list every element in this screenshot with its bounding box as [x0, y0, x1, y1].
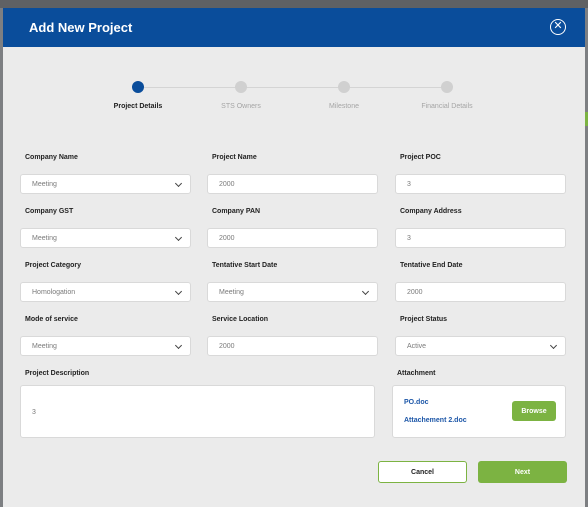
project-poc-value: 3 — [407, 180, 411, 188]
step-label: STS Owners — [221, 103, 261, 110]
mode-of-service-label: Mode of service — [25, 316, 78, 323]
company-address-label: Company Address — [400, 208, 462, 215]
project-category-label: Project Category — [25, 262, 82, 269]
project-name-input[interactable]: 2000 — [207, 174, 378, 194]
company-name-field: Company Name Meeting — [20, 154, 191, 194]
modal-header: Add New Project ✕ — [3, 8, 585, 47]
company-gst-field: Company GST Meeting — [20, 208, 191, 248]
attachment-box: PO.doc Attachement 2.doc Browse — [392, 385, 566, 438]
modal-title: Add New Project — [29, 20, 133, 35]
project-category-select[interactable]: Homologation — [20, 282, 191, 302]
tentative-end-date-input[interactable]: 2000 — [395, 282, 566, 302]
close-icon[interactable]: ✕ — [550, 19, 566, 35]
step-dot — [441, 81, 453, 93]
chevron-down-icon — [174, 233, 183, 242]
company-pan-input[interactable]: 2000 — [207, 228, 378, 248]
step-project-details[interactable]: Project Details — [78, 80, 198, 110]
project-description-textarea[interactable]: 3 — [20, 385, 375, 438]
step-milestone[interactable]: Milestone — [284, 80, 404, 110]
project-poc-input[interactable]: 3 — [395, 174, 566, 194]
add-project-modal: Add New Project ✕ Project Details STS Ow… — [3, 8, 585, 507]
project-name-value: 2000 — [219, 180, 235, 188]
attachment-field: Attachment — [397, 370, 436, 382]
company-address-input[interactable]: 3 — [395, 228, 566, 248]
stepper: Project Details STS Owners Milestone Fin… — [3, 80, 585, 120]
tentative-end-date-value: 2000 — [407, 288, 423, 296]
tentative-start-date-select[interactable]: Meeting — [207, 282, 378, 302]
tentative-start-date-value: Meeting — [219, 288, 244, 296]
company-gst-label: Company GST — [25, 208, 74, 215]
project-status-value: Active — [407, 342, 427, 350]
tentative-start-date-field: Tentative Start Date Meeting — [207, 262, 378, 302]
company-name-select[interactable]: Meeting — [20, 174, 191, 194]
project-category-value: Homologation — [32, 288, 76, 296]
service-location-input[interactable]: 2000 — [207, 336, 378, 356]
step-financial-details[interactable]: Financial Details — [387, 80, 507, 110]
company-pan-field: Company PAN 2000 — [207, 208, 378, 248]
project-status-field: Project Status Active — [395, 316, 566, 356]
tentative-end-date-label: Tentative End Date — [400, 262, 463, 269]
step-label: Project Details — [113, 103, 163, 110]
company-gst-value: Meeting — [32, 234, 57, 242]
mode-of-service-select[interactable]: Meeting — [20, 336, 191, 356]
service-location-value: 2000 — [219, 342, 235, 350]
attachment-label: Attachment — [397, 370, 436, 377]
project-poc-field: Project POC 3 — [395, 154, 566, 194]
step-label: Financial Details — [421, 103, 473, 110]
step-dot — [235, 81, 247, 93]
tentative-end-date-field: Tentative End Date 2000 — [395, 262, 566, 302]
project-name-label: Project Name — [212, 154, 257, 161]
project-category-field: Project Category Homologation — [20, 262, 191, 302]
company-pan-label: Company PAN — [212, 208, 261, 215]
next-button[interactable]: Next — [478, 461, 567, 483]
project-poc-label: Project POC — [400, 154, 441, 161]
project-name-field: Project Name 2000 — [207, 154, 378, 194]
company-pan-value: 2000 — [219, 234, 235, 242]
service-location-field: Service Location 2000 — [207, 316, 378, 356]
company-address-value: 3 — [407, 234, 411, 242]
project-description-field: Project Description — [25, 370, 89, 382]
attachment-file-link[interactable]: Attachement 2.doc — [404, 417, 467, 424]
chevron-down-icon — [361, 287, 370, 296]
service-location-label: Service Location — [212, 316, 269, 323]
company-address-field: Company Address 3 — [395, 208, 566, 248]
company-name-value: Meeting — [32, 180, 57, 188]
project-description-value: 3 — [32, 409, 36, 416]
step-sts-owners[interactable]: STS Owners — [181, 80, 301, 110]
step-dot — [338, 81, 350, 93]
chevron-down-icon — [174, 179, 183, 188]
company-gst-select[interactable]: Meeting — [20, 228, 191, 248]
attachment-file-link[interactable]: PO.doc — [404, 399, 429, 406]
browse-button[interactable]: Browse — [512, 401, 556, 421]
project-status-label: Project Status — [400, 316, 448, 323]
mode-of-service-field: Mode of service Meeting — [20, 316, 191, 356]
mode-of-service-value: Meeting — [32, 342, 57, 350]
chevron-down-icon — [174, 341, 183, 350]
step-label: Milestone — [329, 103, 359, 110]
step-dot — [132, 81, 144, 93]
chevron-down-icon — [549, 341, 558, 350]
tentative-start-date-label: Tentative Start Date — [212, 262, 278, 269]
backdrop-top — [0, 0, 588, 8]
project-status-select[interactable]: Active — [395, 336, 566, 356]
company-name-label: Company Name — [25, 154, 78, 161]
project-description-label: Project Description — [25, 370, 90, 377]
chevron-down-icon — [174, 287, 183, 296]
cancel-button[interactable]: Cancel — [378, 461, 467, 483]
